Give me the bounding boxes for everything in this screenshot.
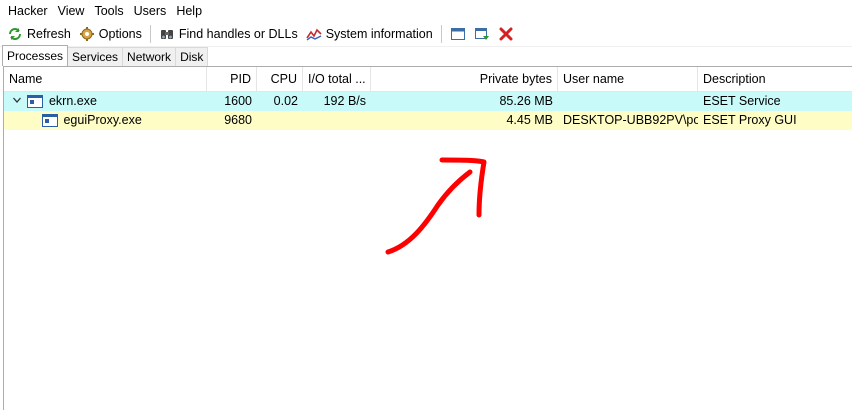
- io-total-cell: [303, 111, 371, 130]
- cpu-cell: [257, 111, 303, 130]
- column-user-name[interactable]: User name: [558, 67, 698, 91]
- description-cell: ESET Service: [703, 94, 781, 108]
- pid-cell: 9680: [224, 113, 252, 127]
- menu-tools[interactable]: Tools: [89, 0, 128, 22]
- refresh-button[interactable]: Refresh: [3, 23, 75, 45]
- private-bytes-cell: 4.45 MB: [506, 113, 553, 127]
- gear-icon: [79, 26, 95, 42]
- application-icon: [42, 114, 58, 128]
- options-button[interactable]: Options: [75, 23, 146, 45]
- column-cpu[interactable]: CPU: [257, 67, 303, 91]
- chevron-down-icon[interactable]: [12, 92, 24, 111]
- process-name-cell: eguiProxy.exe: [4, 111, 207, 130]
- column-pid[interactable]: PID: [207, 67, 257, 91]
- user-name-cell: [558, 92, 698, 111]
- table-row[interactable]: ekrn.exe 1600 0.02 192 B/s 85.26 MB ESET…: [4, 92, 852, 111]
- close-icon[interactable]: [497, 25, 515, 43]
- column-name[interactable]: Name: [4, 67, 207, 91]
- process-list: Name PID CPU I/O total ... Private bytes…: [3, 66, 852, 410]
- column-private-bytes[interactable]: Private bytes: [371, 67, 558, 91]
- refresh-icon: [7, 26, 23, 42]
- application-icon: [27, 95, 44, 109]
- toolbar: Refresh Options Find handles or DLLs Sys…: [0, 22, 852, 47]
- system-information-label: System information: [325, 27, 433, 41]
- menu-bar: Hacker View Tools Users Help: [0, 0, 852, 22]
- tab-network[interactable]: Network: [122, 47, 177, 66]
- find-window-icon[interactable]: [473, 25, 491, 43]
- tab-services[interactable]: Services: [67, 47, 124, 66]
- find-handles-button[interactable]: Find handles or DLLs: [155, 23, 302, 45]
- column-header: Name PID CPU I/O total ... Private bytes…: [4, 67, 852, 92]
- pid-cell: 1600: [224, 94, 252, 108]
- refresh-label: Refresh: [27, 27, 71, 41]
- column-description[interactable]: Description: [698, 67, 852, 91]
- toolbar-separator: [440, 25, 442, 43]
- options-label: Options: [98, 27, 142, 41]
- tab-processes[interactable]: Processes: [2, 45, 69, 66]
- find-handles-label: Find handles or DLLs: [178, 27, 298, 41]
- private-bytes-cell: 85.26 MB: [499, 94, 553, 108]
- io-total-cell: 192 B/s: [323, 94, 366, 108]
- column-io-total[interactable]: I/O total ...: [303, 67, 371, 91]
- toolbar-separator: [149, 25, 151, 43]
- binoculars-icon: [159, 26, 175, 42]
- menu-hacker[interactable]: Hacker: [3, 0, 53, 22]
- system-information-button[interactable]: System information: [302, 23, 437, 45]
- user-name-cell: DESKTOP-UBB92PV\poo: [563, 113, 698, 127]
- process-name-cell: ekrn.exe: [4, 92, 207, 111]
- tab-disk[interactable]: Disk: [175, 47, 209, 66]
- menu-view[interactable]: View: [53, 0, 90, 22]
- tab-strip: Processes Services Network Disk: [0, 45, 852, 66]
- chart-icon: [306, 26, 322, 42]
- table-row[interactable]: eguiProxy.exe 9680 4.45 MB DESKTOP-UBB92…: [4, 111, 852, 130]
- cpu-cell: 0.02: [273, 94, 298, 108]
- menu-users[interactable]: Users: [129, 0, 172, 22]
- process-name: eguiProxy.exe: [63, 113, 142, 127]
- menu-help[interactable]: Help: [171, 0, 207, 22]
- process-name: ekrn.exe: [48, 94, 97, 108]
- window-icon[interactable]: [449, 25, 467, 43]
- description-cell: ESET Proxy GUI: [703, 113, 797, 127]
